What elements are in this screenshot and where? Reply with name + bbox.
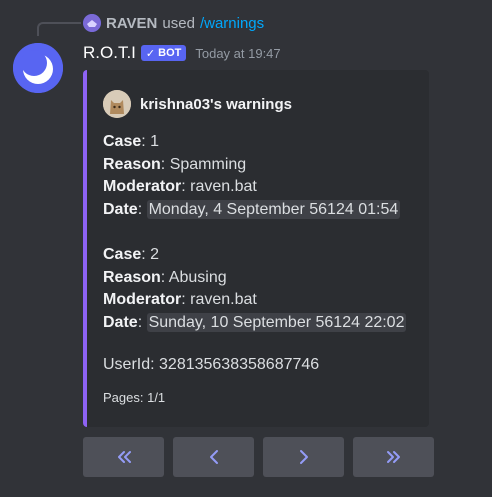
reason-label: Reason <box>103 268 161 286</box>
chevron-right-icon <box>299 450 308 464</box>
moderator-value: : raven.bat <box>181 291 257 308</box>
bot-badge: ✓ BOT <box>140 45 187 61</box>
double-chevron-right-icon <box>386 451 400 463</box>
bot-username[interactable]: R.O.T.I <box>83 43 136 63</box>
case-label: Case <box>103 246 142 263</box>
author-avatar <box>103 90 131 118</box>
moderator-label: Moderator <box>103 178 182 195</box>
reason-value: : Spamming <box>160 155 247 173</box>
double-chevron-left-icon <box>117 451 131 463</box>
reply-username[interactable]: RAVEN <box>106 15 157 32</box>
reply-context: RAVEN used /warnings <box>83 13 264 33</box>
bot-tag-label: BOT <box>158 47 182 59</box>
first-page-button[interactable] <box>83 437 164 477</box>
warning-case: Case: 2 Reason: Abusing Moderator: raven… <box>103 246 407 332</box>
moon-logo-icon <box>13 43 63 93</box>
moderator-value: : raven.bat <box>181 178 257 195</box>
last-page-button[interactable] <box>353 437 434 477</box>
embed-footer: Pages: 1/1 <box>103 390 166 405</box>
raven-avatar[interactable] <box>83 14 101 32</box>
embed-author: krishna03's warnings <box>103 90 292 118</box>
reason-value: : Abusing <box>160 268 227 286</box>
raven-logo-icon <box>83 14 101 32</box>
chevron-left-icon <box>209 450 218 464</box>
reason-label: Reason <box>103 155 161 173</box>
case-value: : 1 <box>141 133 160 150</box>
pagination-buttons <box>83 437 434 477</box>
bot-avatar[interactable] <box>13 43 63 93</box>
date-label: Date <box>103 200 138 218</box>
reply-command[interactable]: /warnings <box>200 15 264 32</box>
message-header: R.O.T.I ✓ BOT Today at 19:47 <box>83 42 281 64</box>
previous-page-button[interactable] <box>173 437 254 477</box>
warnings-embed: krishna03's warnings Case: 1 Reason: Spa… <box>83 70 429 427</box>
warning-case: Case: 1 Reason: Spamming Moderator: rave… <box>103 133 401 219</box>
case-value: : 2 <box>141 246 160 263</box>
case-label: Case <box>103 133 142 150</box>
moderator-label: Moderator <box>103 291 182 308</box>
message-timestamp[interactable]: Today at 19:47 <box>195 46 280 61</box>
reply-connector <box>37 22 81 36</box>
cat-avatar-icon <box>103 90 131 118</box>
user-id: UserId: 328135638358687746 <box>103 356 320 373</box>
next-page-button[interactable] <box>263 437 344 477</box>
reply-used-text: used <box>162 14 195 32</box>
date-timestamp[interactable]: Monday, 4 September 56124 01:54 <box>146 199 401 219</box>
date-label: Date <box>103 313 138 331</box>
date-timestamp[interactable]: Sunday, 10 September 56124 22:02 <box>146 312 407 332</box>
verified-check-icon: ✓ <box>145 47 156 60</box>
embed-author-name: krishna03's warnings <box>140 95 292 113</box>
